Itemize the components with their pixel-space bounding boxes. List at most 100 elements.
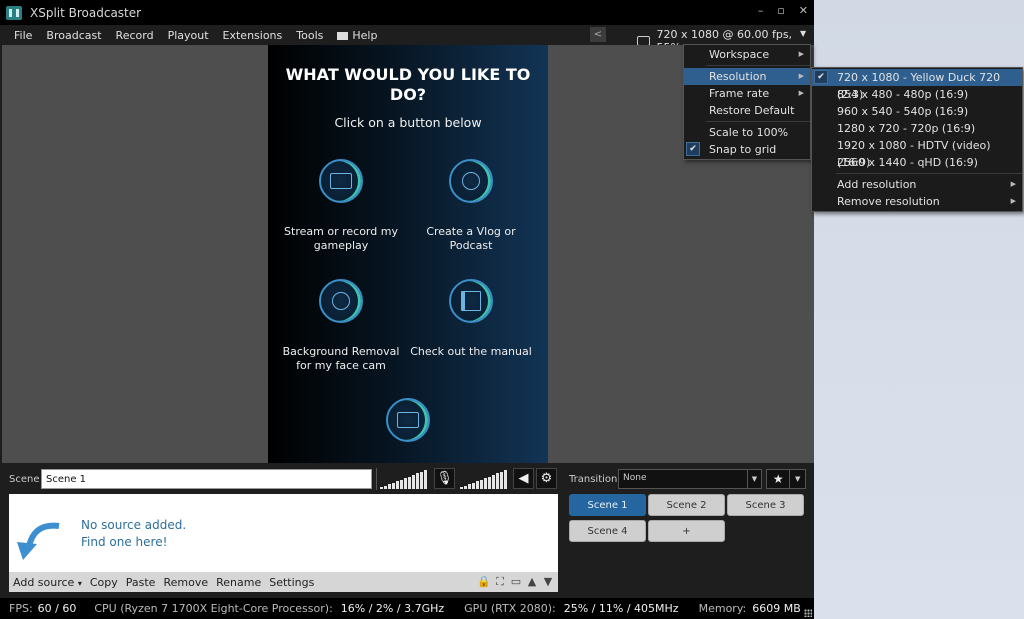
option-create-vlog[interactable]: Create a Vlog or Podcast [406,159,536,253]
minimize-button[interactable]: – [758,4,764,17]
rename-button[interactable]: Rename [212,576,265,589]
bottom-panel: Scene 🎙 ◀ ⚙ No source added. Find one he… [0,463,814,598]
fit-screen-icon[interactable]: ⛶ [494,575,506,588]
resize-grip-icon[interactable] [804,609,812,617]
menu-item-snap-to-grid[interactable]: ✔ Snap to grid [684,141,810,158]
menu-separator [706,121,810,122]
menu-file[interactable]: File [0,29,39,42]
share-icon[interactable]: < [590,27,606,42]
add-resolution-item[interactable]: Add resolution ▶ [812,176,1022,193]
source-list[interactable]: No source added. Find one here! [9,494,558,572]
option-manual[interactable]: Check out the manual [406,279,536,359]
maximize-button[interactable]: ▫ [777,4,784,17]
menu-playout[interactable]: Playout [161,29,216,42]
stage-canvas[interactable]: WHAT WOULD YOU LIKE TO DO? Click on a bu… [268,45,548,463]
menu-separator [836,173,1022,174]
settings-button[interactable]: Settings [265,576,318,589]
scene-name-input[interactable] [41,469,372,489]
copy-button[interactable]: Copy [86,576,122,589]
memory-value: 6609 MB [752,602,801,615]
divider [376,468,377,490]
scene-button-1[interactable]: Scene 1 [569,494,646,516]
no-source-line1: No source added. [81,518,187,532]
menu-item-label: Remove resolution [837,195,940,208]
no-source-message[interactable]: No source added. Find one here! [81,517,186,551]
transition-effects-button[interactable]: ★ ▼ [766,469,806,489]
paste-button[interactable]: Paste [122,576,160,589]
chevron-right-icon: ▶ [798,89,804,97]
gpu-label: GPU (RTX 2080): [464,602,556,615]
menu-item-label: Resolution [709,70,767,83]
chevron-down-icon[interactable]: ▼ [790,470,805,488]
scene-button-3[interactable]: Scene 3 [727,494,804,516]
menu-help-label: Help [352,28,378,42]
resolution-option[interactable]: 960 x 540 - 540p (16:9) [812,103,1022,120]
option-label: Background Removal for my face cam [282,345,400,372]
chevron-right-icon: ▶ [1010,197,1016,205]
move-up-icon[interactable]: ▲ [526,575,538,588]
remove-button[interactable]: Remove [159,576,212,589]
menu-record[interactable]: Record [109,29,161,42]
gear-icon: ⚙ [540,471,553,486]
checkmark-icon: ✔ [686,142,700,156]
menu-item-scale-100[interactable]: Scale to 100% [684,124,810,141]
menu-item-label: Frame rate [709,87,770,100]
fps-label: FPS: [9,602,33,615]
chevron-right-icon: ▶ [798,50,804,58]
remove-resolution-item[interactable]: Remove resolution ▶ [812,193,1022,210]
scene-button-2[interactable]: Scene 2 [648,494,725,516]
window-title: XSplit Broadcaster [30,5,142,20]
transition-label: Transition [569,474,618,485]
chevron-right-icon: ▶ [1010,180,1016,188]
xsplit-logo-icon [6,5,22,20]
option-background-removal[interactable]: Background Removal for my face cam [276,279,406,373]
menu-item-restore-default[interactable]: Restore Default [684,102,810,119]
mail-icon [337,31,349,40]
menu-item-resolution[interactable]: Resolution ▶ [684,68,810,85]
menu-extensions[interactable]: Extensions [216,29,290,42]
menu-separator [706,65,810,66]
close-button[interactable]: ✕ [799,4,808,17]
status-bar: FPS: 60 / 60 CPU (Ryzen 7 1700X Eight-Co… [0,598,814,619]
menu-item-label: Snap to grid [709,143,777,156]
microphone-button[interactable]: 🎙 [434,468,455,489]
mic-volume-meter[interactable] [380,467,427,489]
resolution-option[interactable]: 1280 x 720 - 720p (16:9) [812,120,1022,137]
resolution-option[interactable]: 2560 x 1440 - qHD (16:9) [812,154,1022,171]
speaker-button[interactable]: ◀ [513,468,534,489]
resolution-option[interactable]: 854 x 480 - 480p (16:9) [812,86,1022,103]
menu-item-label: Add resolution [837,178,917,191]
menu-item-label: Workspace [709,48,770,61]
menu-item-workspace[interactable]: Workspace ▶ [684,46,810,63]
lock-icon[interactable]: 🔒 [477,575,491,588]
resolution-option[interactable]: 1920 x 1080 - HDTV (video) (16:9) [812,137,1022,169]
cpu-label: CPU (Ryzen 7 1700X Eight-Core Processor)… [94,602,333,615]
source-tool-icons: 🔒 ⛶ ▭ ▲ ▼ [477,575,554,589]
chevron-down-icon: ▾ [77,578,82,588]
speaker-volume-meter[interactable] [460,467,507,489]
resolution-dropdown-arrow-icon[interactable]: ▼ [800,29,806,38]
option-stream-gameplay[interactable]: Stream or record my gameplay [276,159,406,253]
add-scene-button[interactable]: + [648,520,725,542]
scene-button-4[interactable]: Scene 4 [569,520,646,542]
menu-help[interactable]: Help [330,29,384,42]
add-source-label: Add source [13,575,75,589]
webcam-icon [319,279,363,323]
canvas-subtitle: Click on a button below [334,115,482,130]
option-label: Check out the manual [410,345,532,358]
sparkle-add-icon[interactable]: ★ [767,470,791,488]
menu-tools[interactable]: Tools [289,29,330,42]
transition-select[interactable]: None ▼ [618,469,762,489]
preview-window-icon[interactable]: ▭ [510,575,522,588]
audio-settings-button[interactable]: ⚙ [536,468,557,489]
resolution-option[interactable]: ✔ 720 x 1080 - Yellow Duck 720 (2:3) [812,69,1022,101]
option-tutorial[interactable] [343,398,473,463]
menu-item-frame-rate[interactable]: Frame rate ▶ [684,85,810,102]
find-source-link[interactable]: Find one here! [81,534,186,551]
chevron-down-icon[interactable]: ▼ [747,470,761,488]
fps-value: 60 / 60 [37,602,77,615]
menu-broadcast[interactable]: Broadcast [39,29,108,42]
move-down-icon[interactable]: ▼ [542,575,554,588]
add-source-button[interactable]: Add source ▾ [9,576,86,589]
tutorial-video-icon [386,398,430,442]
